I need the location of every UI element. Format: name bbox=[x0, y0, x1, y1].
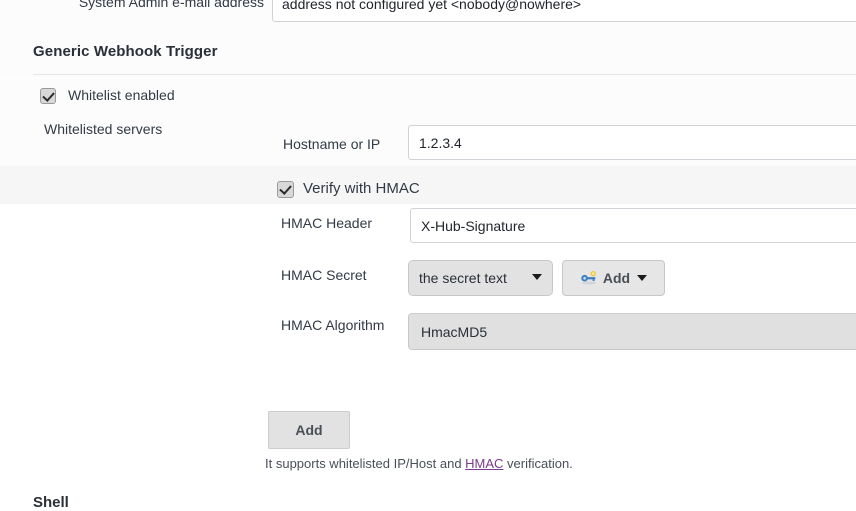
hostname-or-ip-input[interactable]: 1.2.3.4 bbox=[408, 125, 856, 160]
key-icon bbox=[580, 270, 598, 286]
verify-with-hmac-row: Verify with HMAC bbox=[0, 166, 856, 204]
whitelist-enabled-row: Whitelist enabled bbox=[0, 79, 856, 114]
system-admin-email-input[interactable]: address not configured yet <nobody@nowhe… bbox=[272, 0, 856, 22]
whitelist-enabled-label[interactable]: Whitelist enabled bbox=[68, 87, 175, 103]
system-admin-email-label: System Admin e-mail address bbox=[78, 0, 264, 10]
hmac-header-label: HMAC Header bbox=[281, 215, 373, 231]
hmac-secret-selected-value: the secret text bbox=[419, 270, 507, 286]
add-credentials-label: Add bbox=[602, 270, 631, 286]
verify-with-hmac-label[interactable]: Verify with HMAC bbox=[303, 180, 420, 197]
checkmark-icon bbox=[40, 88, 56, 105]
hmac-help-link[interactable]: HMAC bbox=[465, 456, 503, 471]
chevron-down-icon bbox=[637, 275, 648, 281]
chevron-down-icon bbox=[532, 274, 542, 280]
whitelist-enabled-checkbox[interactable] bbox=[40, 87, 56, 105]
verify-with-hmac-checkbox[interactable] bbox=[277, 180, 294, 198]
section-title: Generic Webhook Trigger bbox=[33, 43, 218, 60]
add-credentials-button[interactable]: Add bbox=[562, 260, 665, 296]
hmac-header-input[interactable]: X-Hub-Signature bbox=[410, 208, 856, 243]
system-admin-email-row: System Admin e-mail address address not … bbox=[0, 0, 856, 34]
generic-webhook-trigger-section-header: Generic Webhook Trigger bbox=[0, 34, 856, 78]
hmac-algorithm-select[interactable]: HmacMD5 bbox=[408, 313, 856, 350]
hmac-algorithm-label: HMAC Algorithm bbox=[281, 317, 385, 333]
help-text: It supports whitelisted IP/Host and HMAC… bbox=[265, 456, 573, 471]
hostname-or-ip-label: Hostname or IP bbox=[283, 136, 381, 152]
section-divider bbox=[33, 74, 856, 75]
hmac-secret-credentials-select[interactable]: the secret text bbox=[408, 260, 553, 296]
shell-section-title: Shell bbox=[33, 494, 69, 511]
checkmark-icon bbox=[277, 180, 294, 198]
help-text-suffix: verification. bbox=[503, 456, 573, 471]
hmac-secret-label: HMAC Secret bbox=[281, 267, 367, 283]
webhook-trigger-config-page: System Admin e-mail address address not … bbox=[0, 0, 856, 511]
add-button[interactable]: Add bbox=[268, 411, 350, 449]
whitelisted-servers-label: Whitelisted servers bbox=[44, 121, 163, 137]
help-text-prefix: It supports whitelisted IP/Host and bbox=[265, 456, 466, 471]
